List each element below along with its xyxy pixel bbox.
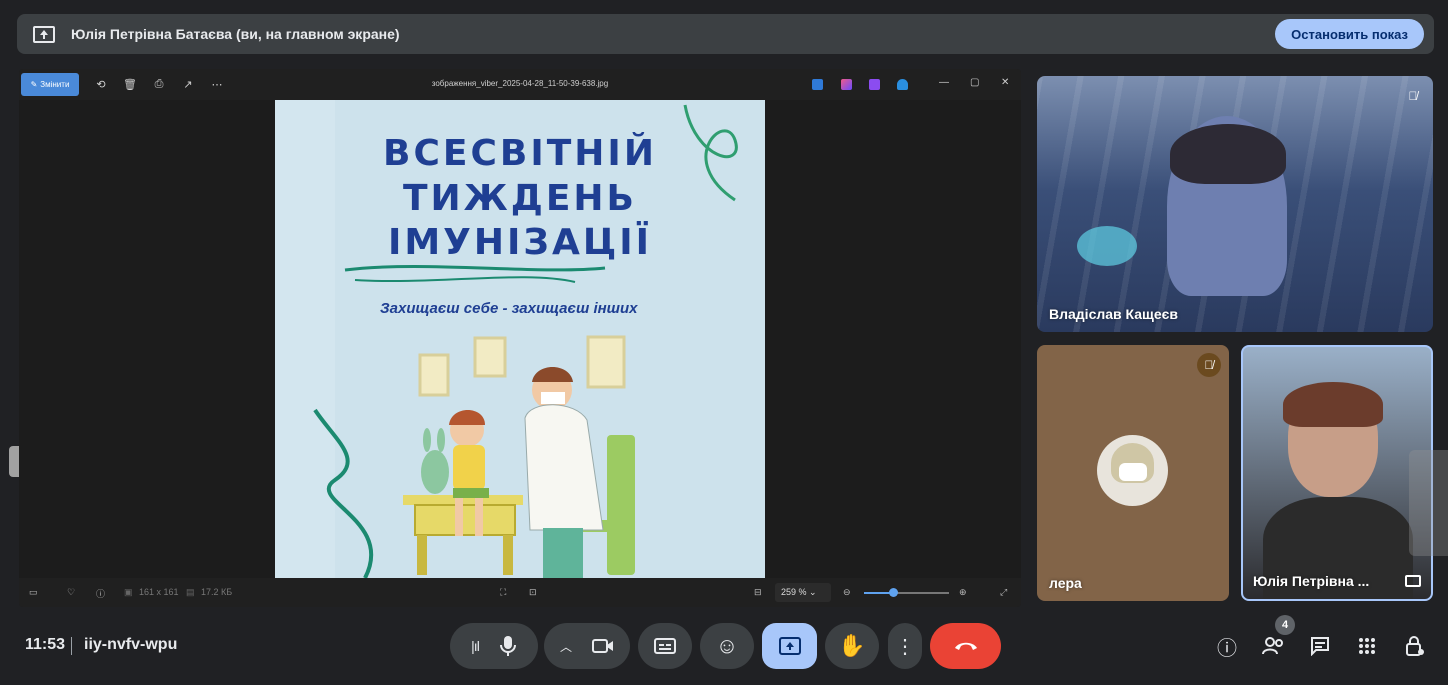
more-vert-icon: ⋮ <box>895 635 915 658</box>
camera-control-group: ︿ <box>544 623 630 669</box>
present-button[interactable] <box>762 623 817 669</box>
shared-screen: ✎ Змінити ⟲ 🗑 ⎙ ↗ ⋯ зображення_viber_202… <box>19 69 1021 607</box>
meeting-info-button[interactable]: ⓘ <box>1212 631 1242 661</box>
host-controls-button[interactable] <box>1400 631 1430 661</box>
poster-title-line3: ІМУНІЗАЦІЇ <box>387 222 653 263</box>
activities-button[interactable] <box>1352 631 1382 661</box>
poster-text: ВСЕСВІТНІЙ ТИЖДЕНЬ ІМУНІЗАЦІЇ Захищаєш с… <box>275 100 765 578</box>
people-button[interactable] <box>1258 631 1288 661</box>
app-icon[interactable] <box>841 79 852 90</box>
mic-control-group: |ıl <box>450 623 538 669</box>
info-icon: ⓘ <box>1217 637 1237 660</box>
poster-title-line2: ТИЖДЕНЬ <box>403 178 637 219</box>
poster-title-line1: ВСЕСВІТНІЙ <box>383 133 657 174</box>
pip-icon[interactable] <box>1405 575 1421 587</box>
fit-icon[interactable]: ⛶ <box>500 587 506 598</box>
captions-icon <box>654 638 676 654</box>
audio-level-icon[interactable]: |ıl <box>471 638 480 654</box>
chat-icon <box>1311 637 1329 656</box>
zoom-in-icon[interactable]: ⊕ <box>959 587 967 598</box>
reactions-button[interactable]: ☺ <box>700 623 754 669</box>
stop-presenting-button[interactable]: Остановить показ <box>1275 19 1424 49</box>
participant-tile[interactable]: 🎙̸ лера <box>1037 345 1229 601</box>
side-panel-tab[interactable] <box>1409 450 1448 556</box>
lock-person-icon <box>1406 636 1424 656</box>
poster-slogan: Захищаєш себе - захищаєш інших <box>380 300 638 317</box>
chevron-up-icon[interactable]: ︿ <box>560 638 572 655</box>
onedrive-icon[interactable] <box>897 79 908 90</box>
participant-hair <box>1283 382 1383 427</box>
present-screen-icon <box>33 25 55 43</box>
participant-name: лера <box>1049 575 1082 591</box>
fullscreen-view-icon[interactable]: ⊟ <box>754 587 762 598</box>
people-icon <box>1262 637 1283 655</box>
mic-off-icon: 🎙̸ <box>1408 89 1418 103</box>
leave-call-button[interactable] <box>930 623 1001 669</box>
image-dimensions: 161 x 161 <box>139 587 179 597</box>
hologram <box>1077 226 1137 266</box>
camera-icon[interactable] <box>592 638 614 654</box>
zoom-out-icon[interactable]: ⊖ <box>843 587 851 598</box>
maximize-icon[interactable]: ▢ <box>970 77 979 88</box>
zoom-value: 259 % <box>781 587 807 597</box>
avatar-mask <box>1119 463 1147 481</box>
actual-size-icon[interactable]: ⊡ <box>529 587 537 598</box>
participant-tile[interactable]: 🎙̸ Владіслав Кащеєв <box>1037 76 1433 332</box>
participant-hair <box>1170 124 1286 184</box>
end-call-icon <box>954 642 977 650</box>
captions-button[interactable] <box>638 623 692 669</box>
clock: 11:53 <box>25 636 66 653</box>
dimensions-icon: ▣ <box>124 587 133 597</box>
more-options-button[interactable]: ⋮ <box>888 623 922 669</box>
raise-hand-button[interactable]: ✋ <box>825 623 879 669</box>
favorite-icon[interactable]: ♡ <box>67 587 75 598</box>
meeting-code: iiy-nvfv-wpu <box>84 636 178 653</box>
chat-button[interactable] <box>1305 631 1335 661</box>
info-icon[interactable]: ⓘ <box>96 587 105 600</box>
microphone-icon[interactable] <box>499 635 517 657</box>
app-icon[interactable] <box>869 79 880 90</box>
present-screen-icon <box>778 637 801 655</box>
filesize-icon: ▤ <box>186 587 195 597</box>
participant-name: Владіслав Кащеєв <box>1049 306 1178 322</box>
close-icon[interactable]: ✕ <box>1001 77 1009 88</box>
minimize-icon[interactable]: — <box>939 77 949 88</box>
participant-name: Юлія Петрівна ... <box>1253 573 1370 589</box>
photo-viewer-toolbar: ✎ Змінити ⟲ 🗑 ⎙ ↗ ⋯ зображення_viber_202… <box>19 69 1021 100</box>
divider <box>71 637 72 655</box>
emoji-icon: ☺ <box>715 633 739 658</box>
avatar <box>1097 435 1168 506</box>
mic-off-icon: 🎙̸ <box>1197 353 1221 377</box>
app-icon[interactable] <box>812 79 823 90</box>
participant-tile-self[interactable]: Юлія Петрівна ... <box>1241 345 1433 601</box>
expand-icon[interactable]: ⤢ <box>1000 587 1007 598</box>
banner-title: Юлія Петрівна Батаєва (ви, на главном эк… <box>71 26 400 42</box>
photo-viewer-statusbar: ▭ ♡ ⓘ ▣ 161 x 161 ▤ 17.2 КБ ⛶ ⊡ ⊟ 259 % … <box>19 578 1021 607</box>
filmstrip-icon[interactable]: ▭ <box>29 587 38 598</box>
zoom-select[interactable]: 259 % ⌄ <box>775 583 831 602</box>
people-count-badge: 4 <box>1275 615 1295 635</box>
file-size: 17.2 КБ <box>201 587 233 597</box>
zoom-slider-thumb[interactable] <box>889 588 898 597</box>
hand-icon: ✋ <box>838 633 866 658</box>
apps-grid-icon <box>1359 638 1375 654</box>
presenting-banner: Юлія Петрівна Батаєва (ви, на главном эк… <box>17 14 1434 54</box>
